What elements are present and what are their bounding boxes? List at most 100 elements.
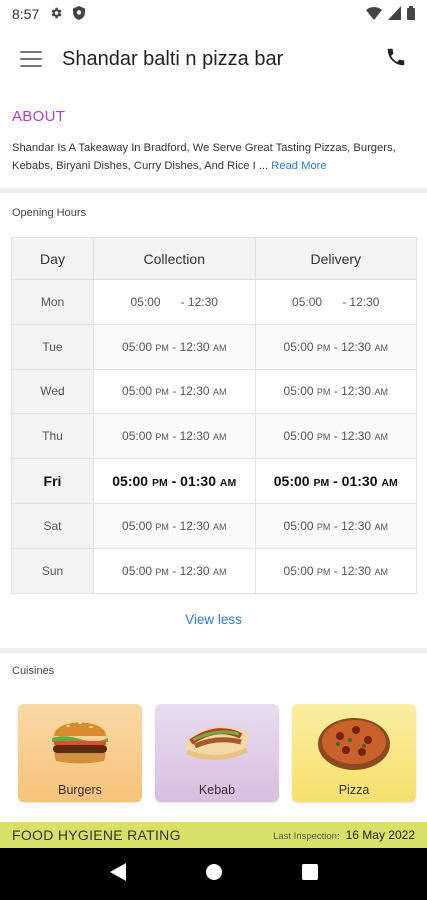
time-period: PM — [316, 566, 331, 577]
opening-hours-label: Opening Hours — [12, 207, 86, 219]
time-value: 01:30 — [180, 473, 216, 490]
time-value: 05:00 — [273, 473, 310, 490]
cuisine-label: Pizza — [338, 783, 370, 797]
day-cell: Tue — [11, 323, 94, 370]
section-divider — [0, 648, 427, 653]
recents-icon[interactable] — [301, 863, 318, 885]
time-period: PM — [316, 521, 331, 532]
food-hygiene-bar[interactable]: FOOD HYGIENE RATING Last Inspection: 16 … — [0, 822, 427, 848]
cuisines-label: Cuisines — [12, 665, 55, 677]
back-icon[interactable] — [109, 862, 126, 886]
time-value: 12:30 — [179, 563, 210, 578]
burger-icon — [52, 722, 108, 764]
opening-hours-row: Thu 05:00 PM - 12:30 AM 05:00 PM - 12:30 A… — [11, 413, 417, 460]
time-period: PM — [151, 477, 168, 490]
cuisine-card-kebab[interactable]: Kebab — [155, 704, 279, 802]
time-period: PM — [155, 387, 169, 398]
wifi-icon — [366, 6, 382, 23]
time-value: 12:30 — [341, 429, 372, 444]
opening-hours-row: Sun 05:00 PM - 12:30 AM 05:00 PM - 12:30 A… — [11, 547, 417, 594]
status-bar: 8:57 — [0, 0, 427, 28]
time-period: PM — [316, 387, 331, 398]
section-divider — [0, 188, 427, 193]
delivery-time-cell: 05:00 PM - 01:30 AM — [254, 458, 417, 504]
opening-hours-row: Fri 05:00 PM - 01:30 AM 05:00 PM - 01:30 A… — [11, 458, 417, 504]
time-value: 12:30 — [341, 384, 372, 399]
time-value: 12:30 — [341, 339, 372, 354]
time-value: 05:00 — [122, 429, 153, 444]
last-inspection-date: 16 May 2022 — [345, 828, 415, 842]
cuisine-card-pizza[interactable]: Pizza — [292, 704, 416, 802]
app-title: Shandar balti n pizza bar — [62, 47, 284, 70]
kebab-icon — [185, 725, 249, 760]
time-period: PM — [155, 432, 169, 443]
time-value: 05:00 — [292, 294, 323, 309]
day-cell: Thu — [11, 413, 94, 460]
time-period: PM — [155, 566, 169, 577]
shield-icon — [73, 5, 86, 23]
time-value: 12:30 — [179, 518, 210, 533]
cuisine-label: Kebab — [198, 783, 236, 797]
time-period: AM — [212, 342, 227, 353]
opening-hours-row: Wed 05:00 PM - 12:30 AM 05:00 PM - 12:30 A… — [11, 368, 417, 415]
phone-call-icon[interactable] — [385, 46, 407, 73]
time-value: 05:00 — [122, 518, 153, 533]
time-period: PM — [316, 342, 331, 353]
time-value: 05:00 — [122, 339, 153, 354]
time-period: AM — [212, 566, 227, 577]
column-header-day: Day — [11, 237, 94, 280]
time-period: AM — [212, 387, 227, 398]
time-value: 12:30 — [179, 429, 210, 444]
day-cell: Wed — [11, 368, 94, 415]
time-value: 12:30 — [349, 294, 380, 309]
last-inspection-label: Last Inspection: — [273, 831, 340, 842]
time-period: AM — [374, 387, 388, 398]
hamburger-menu-icon[interactable] — [20, 51, 42, 67]
settings-gear-icon — [49, 6, 63, 23]
time-value: 05:00 — [283, 429, 314, 444]
time-period: AM — [374, 432, 388, 443]
collection-time-cell: 05:00 PM - 12:30 AM — [93, 368, 256, 415]
time-value: 05:00 — [283, 563, 314, 578]
time-value: 12:30 — [341, 563, 372, 578]
delivery-time-cell: 05:00 PM - 12:30 AM — [254, 368, 417, 415]
about-heading: ABOUT — [12, 108, 66, 125]
time-period: PM — [313, 477, 330, 490]
collection-time-cell: 05:00 PM - 12:30 AM — [93, 547, 256, 594]
cuisine-card-burgers[interactable]: Burgers — [18, 704, 142, 802]
time-period: AM — [374, 521, 388, 532]
time-value: 12:30 — [341, 518, 372, 533]
day-cell: Sun — [11, 547, 94, 594]
collection-time-cell: 05:00 PM - 01:30 AM — [93, 458, 256, 504]
collection-time-cell: 05:00 - 12:30 — [93, 279, 256, 325]
time-value: 12:30 — [179, 384, 210, 399]
time-value: 01:30 — [341, 473, 378, 490]
time-period: AM — [374, 566, 388, 577]
time-period: AM — [381, 477, 398, 490]
collection-time-cell: 05:00 PM - 12:30 AM — [93, 323, 256, 370]
column-header-delivery: Delivery — [254, 237, 417, 280]
cuisine-label: Burgers — [58, 783, 102, 797]
time-value: 12:30 — [187, 294, 218, 309]
system-navigation-bar — [0, 848, 427, 900]
time-period: AM — [212, 521, 227, 532]
about-text: Shandar Is A Takeaway In Bradford, We Se… — [12, 139, 418, 175]
opening-hours-row: Tue 05:00 PM - 12:30 AM 05:00 PM - 12:30 A… — [11, 323, 417, 370]
cuisines-list: Burgers Kebab Pizza — [18, 704, 416, 802]
time-value: 05:00 — [283, 518, 314, 533]
view-less-link[interactable]: View less — [0, 612, 427, 627]
about-description: Shandar Is A Takeaway In Bradford, We Se… — [12, 142, 396, 172]
time-period: PM — [316, 432, 331, 443]
time-period: PM — [155, 342, 169, 353]
home-icon[interactable] — [205, 863, 223, 886]
read-more-link[interactable]: Read More — [271, 160, 326, 172]
day-cell: Mon — [11, 279, 94, 325]
pizza-icon — [318, 718, 390, 770]
app-bar: Shandar balti n pizza bar — [0, 28, 427, 90]
time-period: AM — [219, 477, 237, 490]
opening-hours-table: Day Collection Delivery Mon 05:00 - 12:30… — [11, 237, 417, 594]
time-value: 05:00 — [283, 384, 314, 399]
hygiene-title: FOOD HYGIENE RATING — [12, 827, 181, 843]
time-value: 05:00 — [130, 294, 161, 309]
collection-time-cell: 05:00 PM - 12:30 AM — [93, 502, 256, 549]
